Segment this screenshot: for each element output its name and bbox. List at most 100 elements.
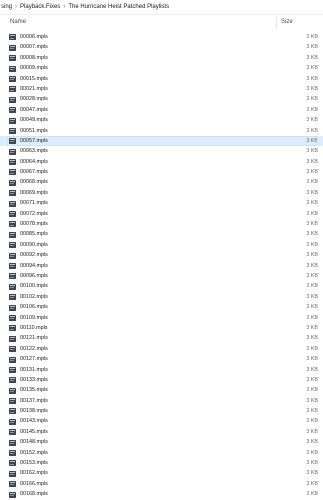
file-row[interactable]: 00145.mpls 3 KB xyxy=(0,427,323,437)
file-row[interactable]: 00049.mpls 3 KB xyxy=(0,115,323,125)
file-size: 3 KB xyxy=(306,158,318,165)
file-name: 00009.mpls xyxy=(20,65,48,72)
file-row[interactable]: 00168.mpls 3 KB xyxy=(0,489,323,499)
file-row[interactable]: 00071.mpls 3 KB xyxy=(0,198,323,208)
breadcrumb: sing › Playback.Fixes › The Hurricane He… xyxy=(0,0,323,14)
file-name: 00051.mpls xyxy=(20,127,48,134)
file-name: 00085.mpls xyxy=(20,231,48,238)
column-header-size[interactable]: Size xyxy=(281,19,293,25)
file-name: 00143.mpls xyxy=(20,418,48,425)
file-row[interactable]: 00021.mpls 3 KB xyxy=(0,84,323,94)
file-row[interactable]: 00028.mpls 3 KB xyxy=(0,94,323,104)
file-row[interactable]: 00047.mpls 3 KB xyxy=(0,105,323,115)
file-row[interactable]: 00064.mpls 3 KB xyxy=(0,157,323,167)
file-name: 00153.mpls xyxy=(20,460,48,467)
file-row[interactable]: 00096.mpls 3 KB xyxy=(0,271,323,281)
file-row[interactable]: 00138.mpls 3 KB xyxy=(0,406,323,416)
file-icon xyxy=(9,159,16,166)
file-icon xyxy=(9,460,16,467)
file-size: 3 KB xyxy=(306,96,318,103)
file-size: 3 KB xyxy=(306,252,318,259)
file-row[interactable]: 00121.mpls 3 KB xyxy=(0,333,323,343)
file-row[interactable]: 00148.mpls 3 KB xyxy=(0,437,323,447)
file-name: 00049.mpls xyxy=(20,117,48,124)
column-header-name[interactable]: Name xyxy=(10,19,26,25)
file-size: 3 KB xyxy=(306,283,318,290)
file-row[interactable]: 00127.mpls 3 KB xyxy=(0,354,323,364)
file-icon xyxy=(9,283,16,290)
file-name: 00121.mpls xyxy=(20,335,48,342)
column-resize-handle[interactable] xyxy=(276,17,277,29)
file-row[interactable]: 00009.mpls 3 KB xyxy=(0,63,323,73)
file-row[interactable]: 00106.mpls 3 KB xyxy=(0,302,323,312)
file-size: 3 KB xyxy=(306,85,318,92)
file-size: 3 KB xyxy=(306,324,318,331)
breadcrumb-item-playback-fixes[interactable]: Playback.Fixes xyxy=(19,4,61,10)
file-row[interactable]: 00143.mpls 3 KB xyxy=(0,416,323,426)
file-size: 3 KB xyxy=(306,117,318,124)
file-row[interactable]: 00094.mpls 3 KB xyxy=(0,261,323,271)
file-row[interactable]: 00133.mpls 3 KB xyxy=(0,375,323,385)
file-size: 3 KB xyxy=(306,127,318,134)
file-row[interactable]: 00015.mpls 3 KB xyxy=(0,74,323,84)
file-row[interactable]: 00008.mpls 3 KB xyxy=(0,53,323,63)
breadcrumb-item-parent[interactable]: sing xyxy=(0,4,13,10)
file-row[interactable]: 00109.mpls 3 KB xyxy=(0,313,323,323)
file-size: 3 KB xyxy=(306,387,318,394)
file-size: 3 KB xyxy=(306,366,318,373)
file-row[interactable]: 00152.mpls 3 KB xyxy=(0,448,323,458)
file-row[interactable]: 00067.mpls 3 KB xyxy=(0,167,323,177)
file-icon xyxy=(9,65,16,72)
file-row[interactable]: 00110.mpls 3 KB xyxy=(0,323,323,333)
file-name: 00090.mpls xyxy=(20,241,48,248)
file-icon xyxy=(9,169,16,176)
file-icon xyxy=(9,377,16,384)
file-name: 00166.mpls xyxy=(20,480,48,487)
file-name: 00067.mpls xyxy=(20,169,48,176)
file-name: 00145.mpls xyxy=(20,428,48,435)
file-row[interactable]: 00137.mpls 3 KB xyxy=(0,396,323,406)
file-row[interactable]: 00100.mpls 3 KB xyxy=(0,281,323,291)
file-row[interactable]: 00063.mpls 3 KB xyxy=(0,146,323,156)
file-size: 3 KB xyxy=(306,480,318,487)
file-size: 3 KB xyxy=(306,356,318,363)
file-size: 3 KB xyxy=(306,179,318,186)
file-size: 3 KB xyxy=(306,460,318,467)
file-name: 00006.mpls xyxy=(20,34,48,40)
file-size: 3 KB xyxy=(306,397,318,404)
file-row[interactable]: 00006.mpls 3 KB xyxy=(0,32,323,42)
file-row[interactable]: 00078.mpls 3 KB xyxy=(0,219,323,229)
file-name: 00092.mpls xyxy=(20,252,48,259)
file-name: 00071.mpls xyxy=(20,200,48,207)
file-row[interactable]: 00135.mpls 3 KB xyxy=(0,385,323,395)
file-row[interactable]: 00131.mpls 3 KB xyxy=(0,365,323,375)
file-size: 3 KB xyxy=(306,34,318,40)
file-icon xyxy=(9,356,16,363)
file-size: 3 KB xyxy=(306,200,318,207)
file-row[interactable]: 00007.mpls 3 KB xyxy=(0,42,323,52)
file-row[interactable]: 00092.mpls 3 KB xyxy=(0,250,323,260)
file-row[interactable]: 00162.mpls 3 KB xyxy=(0,468,323,478)
file-size: 3 KB xyxy=(306,75,318,82)
file-name: 00064.mpls xyxy=(20,158,48,165)
file-row[interactable]: 00153.mpls 3 KB xyxy=(0,458,323,468)
file-row[interactable]: 00085.mpls 3 KB xyxy=(0,229,323,239)
file-row[interactable]: 00122.mpls 3 KB xyxy=(0,344,323,354)
file-icon xyxy=(9,211,16,218)
file-row[interactable]: 00072.mpls 3 KB xyxy=(0,209,323,219)
file-name: 00078.mpls xyxy=(20,221,48,228)
file-icon xyxy=(9,418,16,425)
file-row[interactable]: 00068.mpls 3 KB xyxy=(0,177,323,187)
file-icon xyxy=(9,242,16,249)
file-icon xyxy=(9,346,16,353)
file-row[interactable]: 00069.mpls 3 KB xyxy=(0,188,323,198)
file-name: 00072.mpls xyxy=(20,210,48,217)
file-row[interactable]: 00057.mpls 3 KB xyxy=(0,135,323,147)
file-row[interactable]: 00051.mpls 3 KB xyxy=(0,126,323,136)
file-row[interactable]: 00102.mpls 3 KB xyxy=(0,292,323,302)
breadcrumb-item-current-folder[interactable]: The Hurricane Heist Patched Playlists xyxy=(67,4,170,10)
file-row[interactable]: 00090.mpls 3 KB xyxy=(0,240,323,250)
file-row[interactable]: 00166.mpls 3 KB xyxy=(0,479,323,489)
file-name: 00063.mpls xyxy=(20,148,48,155)
file-size: 3 KB xyxy=(306,210,318,217)
